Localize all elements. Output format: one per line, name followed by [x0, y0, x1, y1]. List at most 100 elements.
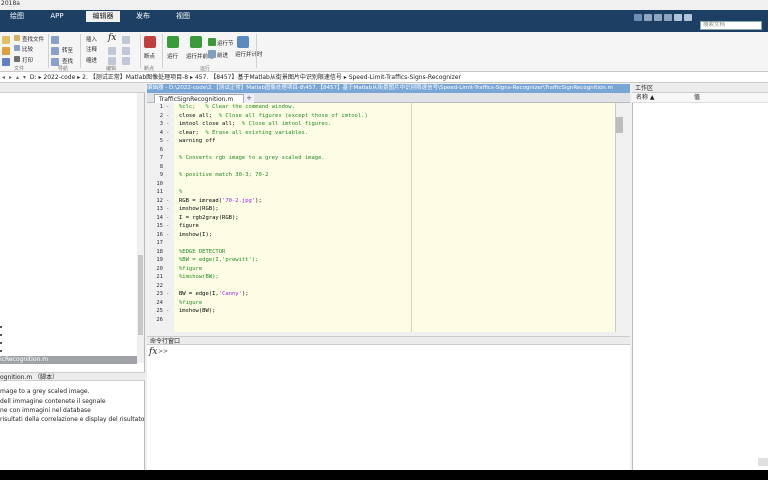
navigate-back-icon[interactable]: [51, 36, 59, 44]
tab-plots[interactable]: 绘图: [2, 11, 32, 22]
breakpoint-marker[interactable]: -: [166, 138, 169, 144]
list-item[interactable]: [0, 326, 2, 328]
back-arrow-icon[interactable]: ◂: [0, 72, 7, 82]
insert-button[interactable]: 插入: [86, 35, 97, 43]
print-button[interactable]: 打印: [22, 56, 33, 64]
command-window[interactable]: [147, 345, 630, 470]
path-segment[interactable]: Speed-Limit-Traffics-Signs-Recognizer: [349, 74, 461, 81]
comment-icon[interactable]: [108, 47, 116, 55]
editor-scrollbar[interactable]: [615, 103, 625, 332]
code-line[interactable]: warning off: [179, 138, 215, 144]
breakpoint-marker[interactable]: -: [166, 130, 169, 136]
code-line[interactable]: imshow(RGB);: [179, 206, 219, 212]
save-file-icon[interactable]: [2, 58, 10, 66]
format-icon[interactable]: [122, 36, 130, 44]
open-icon[interactable]: [2, 47, 10, 55]
save-icon[interactable]: [634, 14, 642, 21]
wrap-icon[interactable]: [122, 47, 130, 55]
browse-icon[interactable]: ▾: [21, 72, 28, 82]
code-line[interactable]: %imshow(BW);: [179, 274, 219, 280]
code-line[interactable]: clear; % Erase all existing variables.: [179, 130, 308, 136]
code-line[interactable]: RGB = imread('70-2.jpg');: [179, 198, 262, 204]
code-line[interactable]: I = rgb2gray(RGB);: [179, 215, 239, 221]
breakpoint-marker[interactable]: -: [166, 198, 169, 204]
fx-icon[interactable]: fx: [149, 347, 157, 357]
path-segment[interactable]: D:: [30, 74, 37, 81]
breakpoint-marker[interactable]: -: [166, 104, 169, 110]
copy-icon[interactable]: [654, 14, 662, 21]
breakpoint-marker[interactable]: -: [166, 223, 169, 229]
goto-button[interactable]: 转至: [62, 46, 73, 54]
breakpoint-marker[interactable]: -: [166, 215, 169, 221]
code-line[interactable]: close all; % Close all figures (except t…: [179, 113, 368, 119]
redo-icon[interactable]: [684, 14, 692, 21]
paste-icon[interactable]: [664, 14, 672, 21]
column-value[interactable]: 值: [694, 93, 700, 103]
list-item[interactable]: [0, 334, 2, 336]
run-icon[interactable]: [167, 36, 179, 48]
breakpoint-marker[interactable]: -: [166, 121, 169, 127]
editor-scrollbar-thumb[interactable]: [616, 117, 623, 133]
navigate-forward-icon[interactable]: [51, 47, 59, 55]
path-segment[interactable]: 2. 【测试正常】Matlab图像处理项目-8: [82, 74, 188, 81]
list-item[interactable]: [0, 350, 2, 352]
code-line[interactable]: %figure: [179, 266, 202, 272]
code-line[interactable]: imshow(BW);: [179, 308, 215, 314]
code-line[interactable]: %clc; % Clear the command window.: [179, 104, 295, 110]
breakpoint-marker[interactable]: -: [166, 206, 169, 212]
undo-icon[interactable]: [674, 14, 682, 21]
run-and-time-button[interactable]: 运行并计时: [235, 50, 263, 58]
advance-icon[interactable]: [208, 50, 216, 58]
selected-file-item[interactable]: icRecognition.m: [0, 356, 137, 364]
find-files-button[interactable]: 查找文件: [22, 35, 44, 43]
indent-button[interactable]: 缩进: [86, 56, 97, 64]
comment-button[interactable]: 注释: [86, 45, 97, 53]
compare-button[interactable]: 比较: [22, 45, 33, 53]
outdent-icon[interactable]: [122, 57, 130, 65]
code-line[interactable]: %figure: [179, 300, 202, 306]
code-line[interactable]: % positive match 30-3; 70-2: [179, 172, 268, 178]
path-segment[interactable]: 2022-code: [43, 74, 75, 81]
breakpoints-button[interactable]: 断点: [144, 52, 155, 60]
code-line[interactable]: imtool close all; % Close all imtool fig…: [179, 121, 331, 127]
tab-editor[interactable]: 编辑器: [86, 11, 120, 22]
run-section-button[interactable]: 运行节: [217, 39, 234, 47]
tab-view[interactable]: 视图: [168, 11, 198, 22]
breakpoint-marker[interactable]: -: [166, 232, 169, 238]
tab-publish[interactable]: 发布: [128, 11, 158, 22]
list-item[interactable]: [0, 342, 2, 344]
breakpoint-icon[interactable]: [144, 36, 156, 48]
code-line[interactable]: figure: [179, 223, 199, 229]
code-line[interactable]: % Converts rgb image to a grey scaled im…: [179, 155, 325, 161]
code-line[interactable]: %BW = edge(I,'prewitt');: [179, 257, 258, 263]
run-advance-icon[interactable]: [190, 36, 202, 48]
code-area[interactable]: [174, 103, 615, 332]
run-button[interactable]: 运行: [167, 52, 178, 60]
insert-function-button[interactable]: fx: [108, 33, 116, 43]
new-file-icon[interactable]: [2, 36, 10, 44]
run-section-icon[interactable]: [208, 38, 216, 46]
current-folder-path[interactable]: ◂ ▸ ▴ ▾ D: ▸ 2022-code ▸ 2. 【测试正常】Matlab图像处…: [0, 72, 768, 83]
breakpoint-marker[interactable]: -: [166, 308, 169, 314]
new-tab-button[interactable]: +: [244, 94, 254, 103]
advance-button[interactable]: 前进: [217, 51, 228, 59]
path-segment[interactable]: 457. 【8457】基于Matlab从街景图片中识别限速信号: [195, 74, 342, 81]
breakpoint-marker[interactable]: -: [166, 113, 169, 119]
code-line[interactable]: %: [179, 189, 182, 195]
code-line[interactable]: %EDGE DETECTOR: [179, 249, 225, 255]
find-button[interactable]: 查找: [62, 57, 73, 65]
folder-scrollbar-thumb[interactable]: [138, 255, 143, 335]
search-documentation-input[interactable]: 搜索文档: [700, 21, 762, 30]
folder-up-icon[interactable]: ▴: [14, 72, 21, 82]
workspace-scrollbar[interactable]: [758, 458, 768, 466]
cut-icon[interactable]: [644, 14, 652, 21]
code-line[interactable]: imshow(I);: [179, 232, 212, 238]
breakpoint-marker[interactable]: -: [166, 291, 169, 297]
compare-icon: [14, 45, 20, 51]
tab-apps[interactable]: APP: [42, 11, 72, 22]
run-time-icon[interactable]: [237, 36, 249, 48]
forward-arrow-icon[interactable]: ▸: [7, 72, 14, 82]
code-line[interactable]: BW = edge(I,'Canny');: [179, 291, 249, 297]
indent-icon[interactable]: [108, 57, 116, 65]
column-name[interactable]: 名称 ▲: [636, 93, 655, 103]
